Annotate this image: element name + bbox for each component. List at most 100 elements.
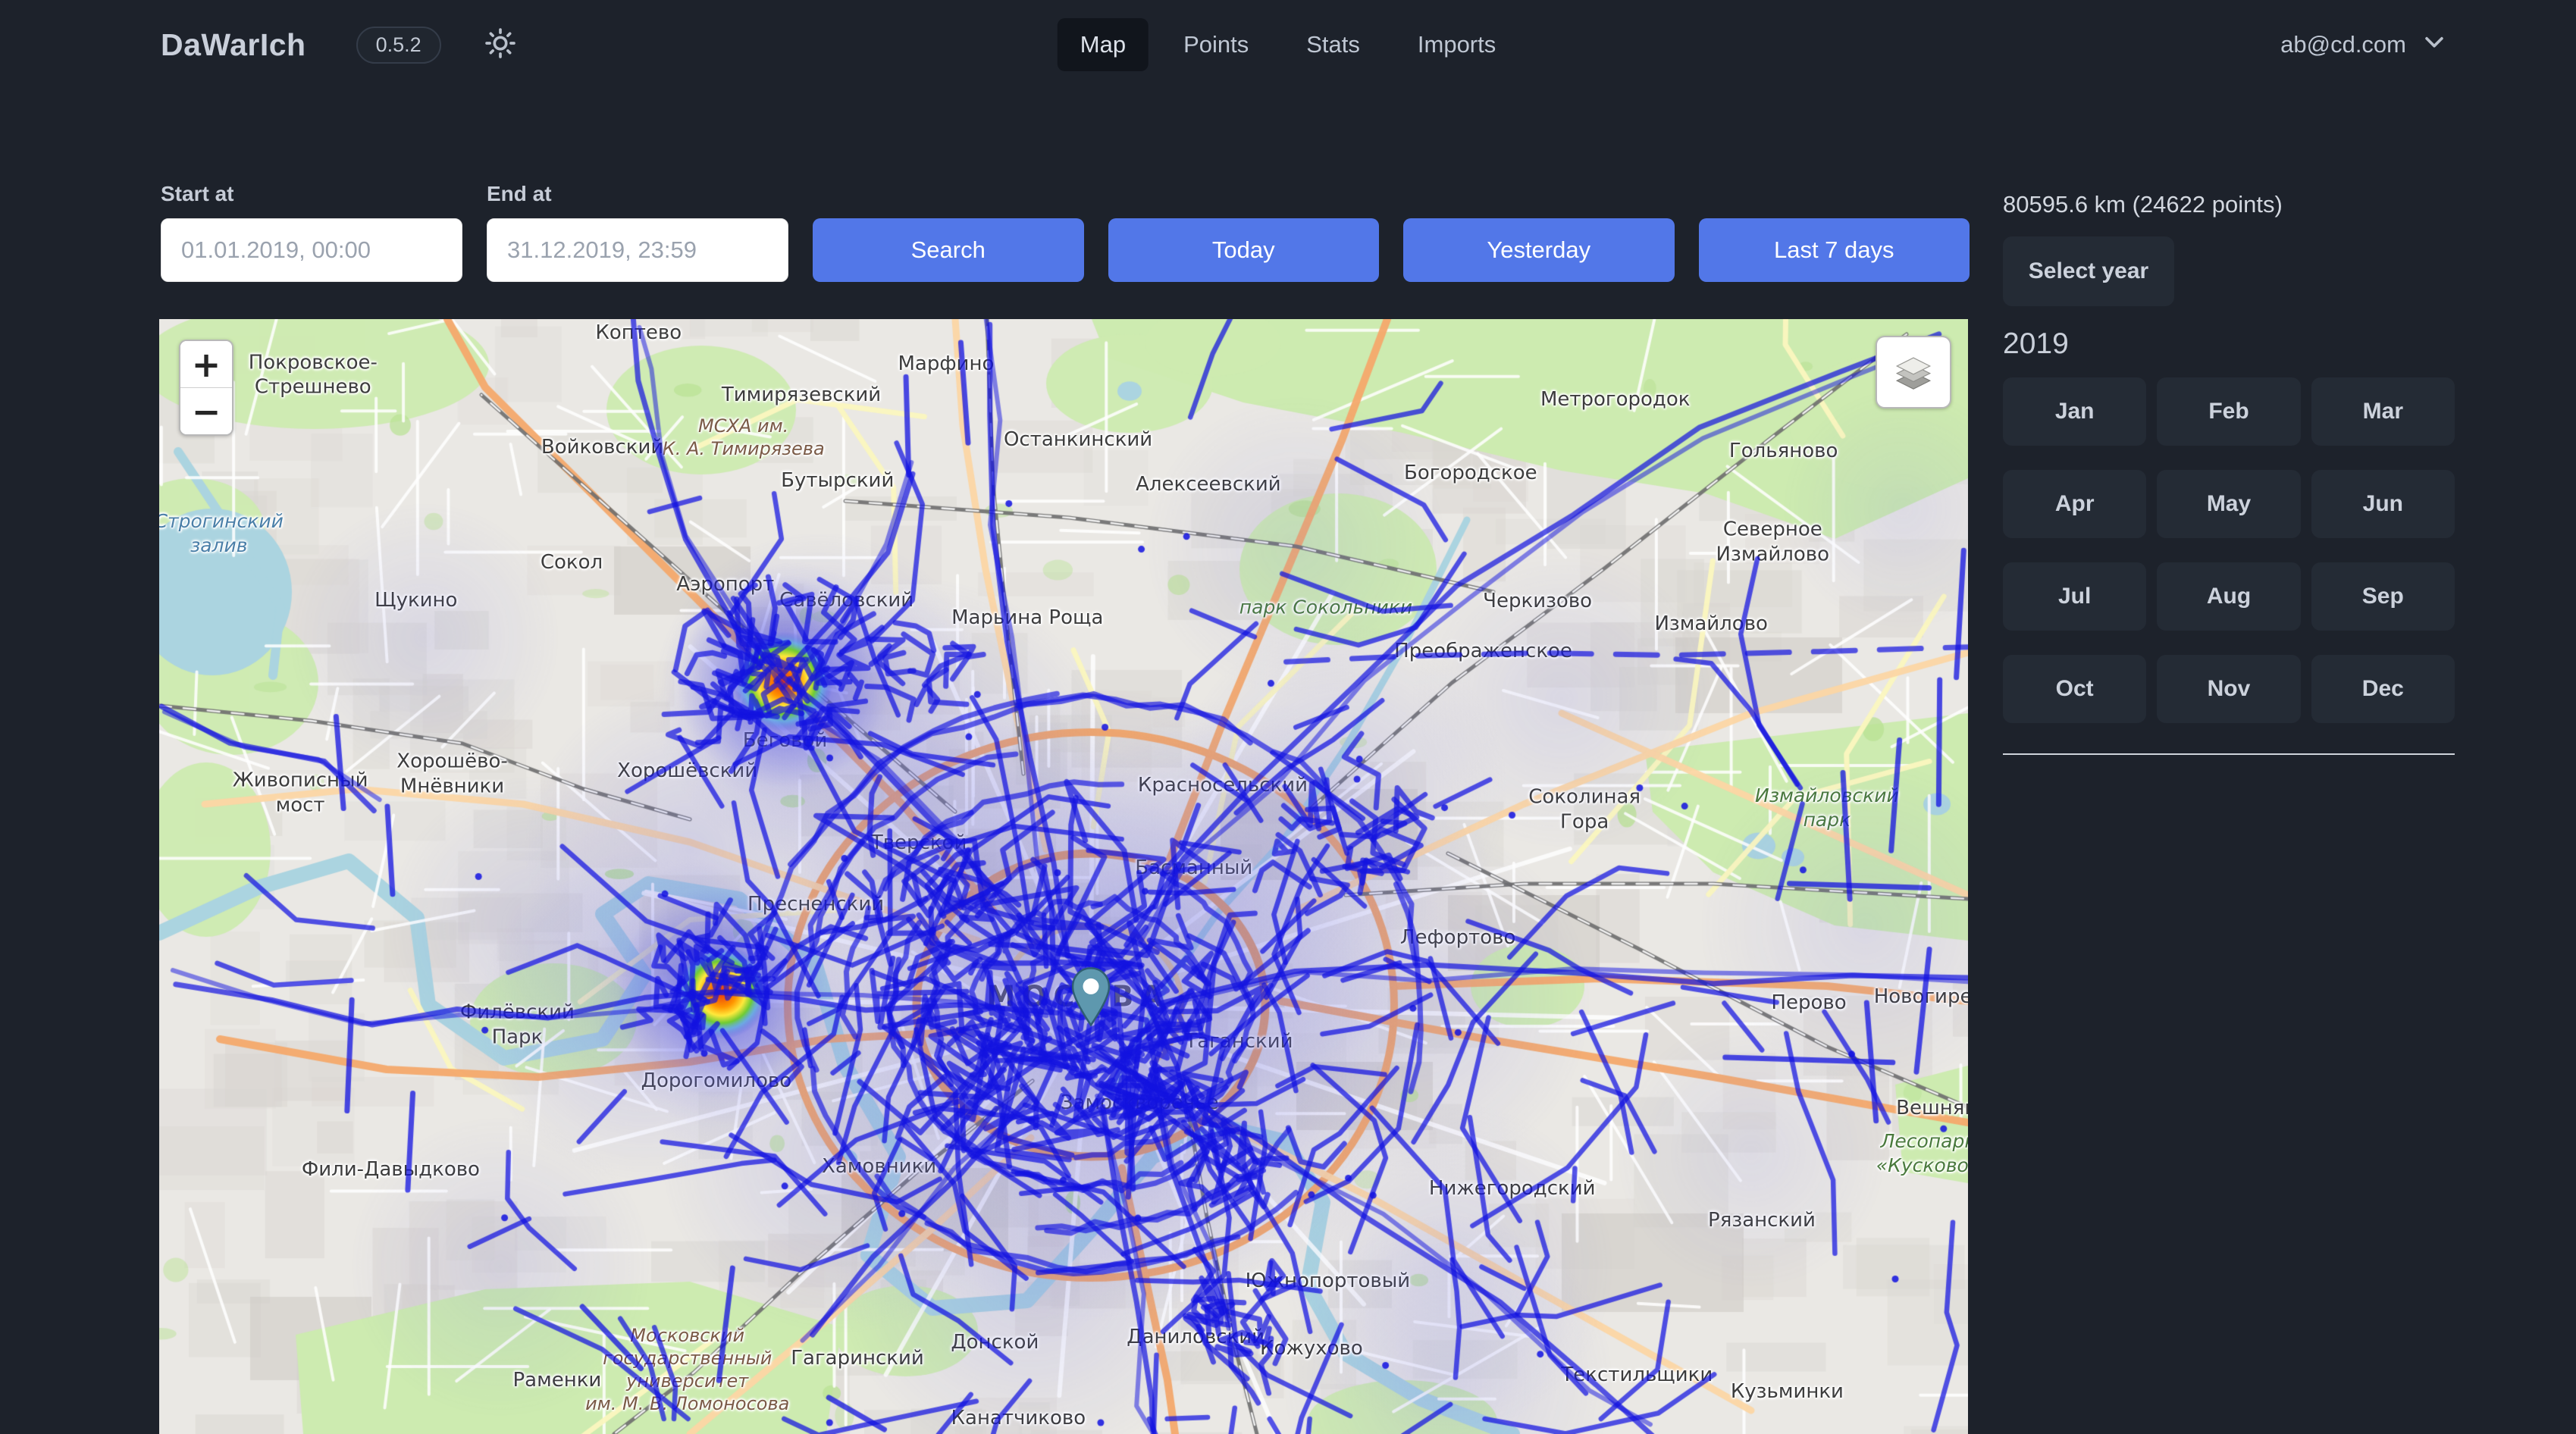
month-button-nov[interactable]: Nov (2157, 655, 2300, 723)
map-label: Алексеевский (1136, 471, 1281, 496)
map-label: Канатчиково (951, 1406, 1086, 1431)
user-menu[interactable]: ab@cd.com (2280, 29, 2447, 61)
map-label: Лефортово (1400, 925, 1515, 950)
map-label: Красносельский (1138, 773, 1308, 798)
map-label: МСХА им. К. А. Тимирязева (663, 415, 825, 460)
tab-stats[interactable]: Stats (1283, 18, 1383, 71)
map-label: Нижегородский (1429, 1176, 1596, 1201)
app-title: DaWarIch (161, 27, 306, 63)
map-label: Фили-Давыдково (302, 1157, 480, 1182)
map-label: Вешняки (1896, 1096, 1968, 1121)
map-label: Останкинский (1004, 427, 1152, 452)
filter-bar: Start at End at Search Today Yesterday L… (161, 182, 1970, 282)
map-label: Тверской (871, 831, 967, 856)
map-label: Северное Измайлово (1716, 518, 1829, 567)
month-button-mar[interactable]: Mar (2311, 377, 2455, 446)
month-button-may[interactable]: May (2157, 470, 2300, 538)
month-button-oct[interactable]: Oct (2003, 655, 2146, 723)
map-label: Строгинский залив (159, 509, 284, 557)
end-at-input[interactable] (487, 218, 788, 282)
top-bar: DaWarIch 0.5.2 Map Points Stats Imports … (0, 0, 2576, 89)
map-label: Хорошёво- Мнёвники (396, 750, 508, 799)
map-marker-pin[interactable] (1070, 966, 1111, 1031)
map-label: Щукино (374, 587, 457, 612)
map-label: Аэропорт (676, 572, 774, 597)
end-at-group: End at (487, 182, 788, 282)
map-label: Хамовники (822, 1154, 936, 1179)
zoom-in-button[interactable]: + (180, 341, 232, 387)
map-label: Измайлово (1654, 611, 1767, 636)
tab-points[interactable]: Points (1161, 18, 1271, 71)
map-label: Савёловский (779, 587, 914, 612)
month-button-jul[interactable]: Jul (2003, 562, 2146, 631)
year-heading: 2019 (2003, 327, 2455, 361)
layers-control-button[interactable] (1876, 336, 1951, 409)
last-7-days-button[interactable]: Last 7 days (1699, 218, 1970, 282)
map-base-tiles (159, 319, 1968, 1434)
map-label: Бутырский (781, 468, 894, 493)
month-button-aug[interactable]: Aug (2157, 562, 2300, 631)
map-label: Замоскворечье (1061, 1091, 1219, 1116)
map-label: Беговой (743, 728, 828, 753)
map-label: Покровское- Стрешнево (249, 350, 378, 399)
month-button-apr[interactable]: Apr (2003, 470, 2146, 538)
map-label: Филёвский Парк (460, 1000, 575, 1050)
map-label: Новогиреево (1874, 985, 1968, 1010)
sun-icon (484, 27, 517, 64)
map-label: Соколиная Гора (1528, 785, 1641, 834)
map-label: Живописный мост (233, 769, 368, 818)
map-label: Тимирязевский (722, 383, 881, 408)
yesterday-button[interactable]: Yesterday (1403, 218, 1675, 282)
map-label: Хорошёвский (617, 759, 757, 784)
map-label: Донской (951, 1330, 1039, 1355)
map-label: Войковский (541, 435, 663, 460)
today-button[interactable]: Today (1108, 218, 1380, 282)
map-label: Кожухово (1260, 1335, 1363, 1360)
start-at-label: Start at (161, 182, 462, 206)
map-label: Марфино (898, 352, 994, 377)
map-label: Коптево (595, 320, 682, 345)
month-button-jan[interactable]: Jan (2003, 377, 2146, 446)
tab-map[interactable]: Map (1058, 18, 1149, 71)
month-grid: Jan Feb Mar Apr May Jun Jul Aug Sep Oct … (2003, 377, 2455, 723)
zoom-out-button[interactable]: − (180, 387, 232, 434)
map-label: Черкизово (1483, 589, 1592, 614)
map-label: Гольяново (1729, 438, 1838, 463)
tab-imports[interactable]: Imports (1395, 18, 1518, 71)
map-label: Таганский (1185, 1029, 1293, 1054)
map-label: Рязанский (1708, 1207, 1816, 1232)
end-at-label: End at (487, 182, 788, 206)
user-email: ab@cd.com (2280, 31, 2406, 58)
distance-points-stat: 80595.6 km (24622 points) (2003, 191, 2455, 218)
main-nav: Map Points Stats Imports (1058, 18, 1519, 71)
map-container[interactable]: Покровское- Стрешнево Коптево Тимирязевски… (159, 319, 1968, 1434)
map-label: Пресненский (747, 892, 884, 917)
start-at-input[interactable] (161, 218, 462, 282)
month-button-jun[interactable]: Jun (2311, 470, 2455, 538)
map-label: Кузьминки (1731, 1379, 1844, 1404)
map-label: Марьина Роща (951, 606, 1103, 631)
map-label: Перово (1771, 990, 1846, 1015)
map-label: Московский государственный университет и… (585, 1324, 789, 1415)
map-label: Преображенское (1394, 639, 1572, 664)
month-button-dec[interactable]: Dec (2311, 655, 2455, 723)
map-label: Лесопарк «Кусково» (1876, 1129, 1968, 1177)
map-zoom-control: + − (179, 340, 233, 436)
chevron-down-icon (2421, 29, 2447, 61)
month-button-sep[interactable]: Sep (2311, 562, 2455, 631)
theme-toggle-button[interactable] (484, 27, 517, 64)
map-label: Гагаринский (791, 1346, 924, 1371)
select-year-button[interactable]: Select year (2003, 236, 2174, 306)
map-label: Сокол (541, 549, 603, 575)
layers-icon (1891, 349, 1935, 396)
sidebar-divider (2003, 753, 2455, 755)
month-button-feb[interactable]: Feb (2157, 377, 2300, 446)
version-badge: 0.5.2 (356, 27, 441, 64)
map-label: Богородское (1404, 461, 1537, 486)
map-label: Южнопортовый (1246, 1269, 1411, 1294)
map-label: Даниловский (1127, 1325, 1264, 1350)
search-button[interactable]: Search (813, 218, 1084, 282)
start-at-group: Start at (161, 182, 462, 282)
map-label: Метрогородок (1540, 387, 1691, 412)
map-label: парк Сокольники (1239, 595, 1412, 618)
